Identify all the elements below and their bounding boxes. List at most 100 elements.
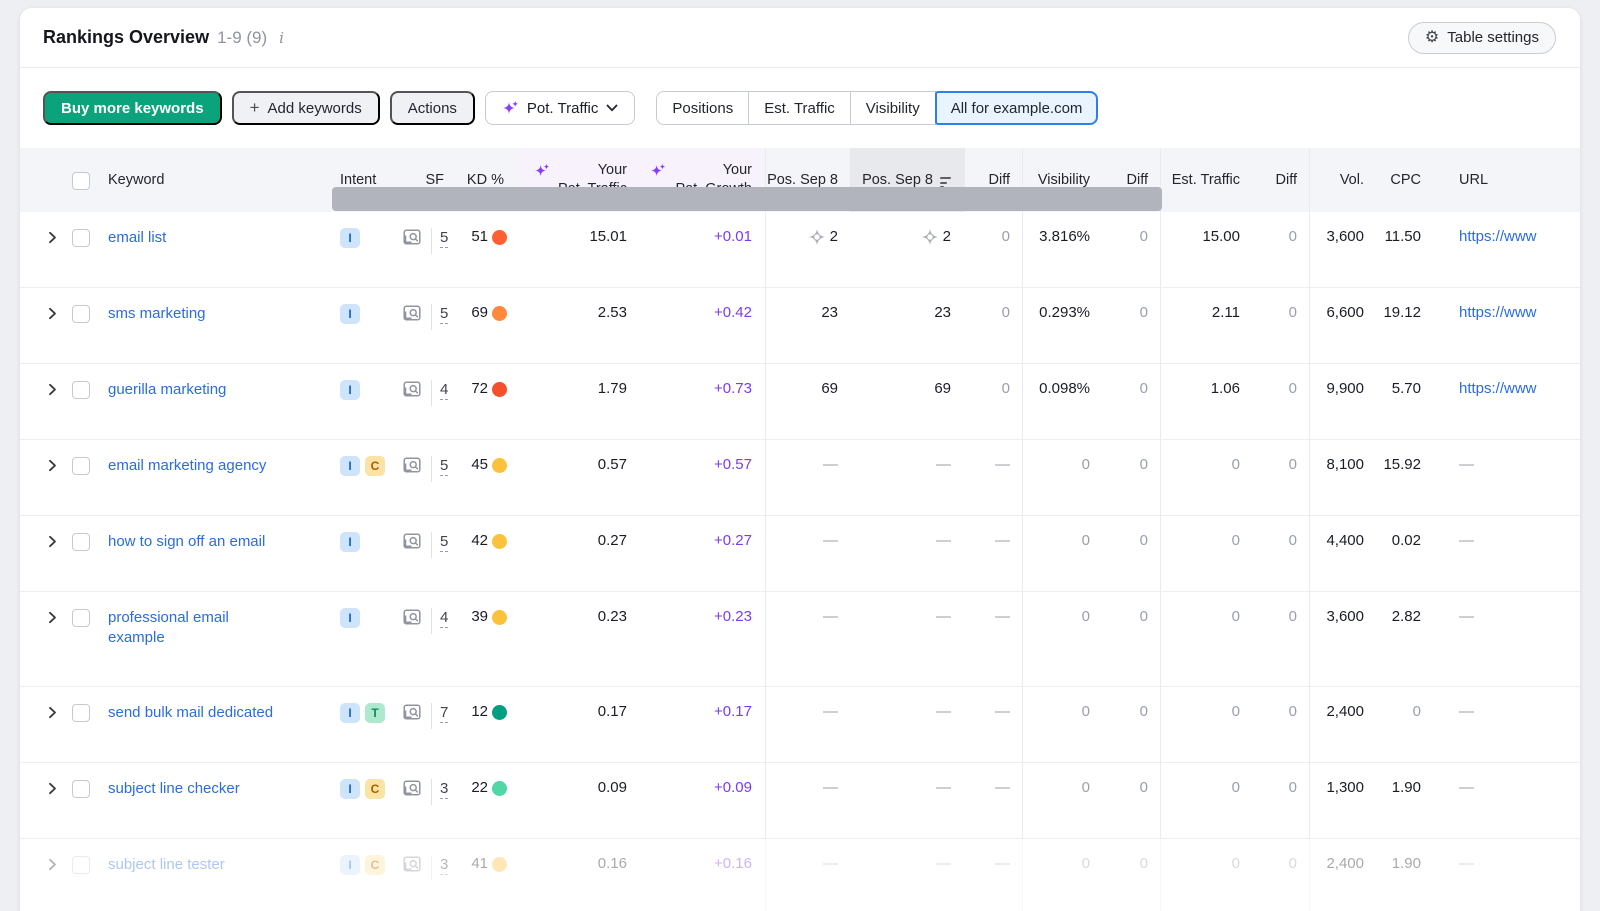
keyword-link[interactable]: subject line checker xyxy=(108,779,240,799)
keyword-link[interactable]: sms marketing xyxy=(108,304,206,324)
segment-positions[interactable]: Positions xyxy=(656,91,749,125)
chevron-right-icon xyxy=(48,611,57,624)
volume-value: 9,900 xyxy=(1309,364,1376,439)
sf-link[interactable]: 3 xyxy=(440,779,448,799)
diff-c-value: 0 xyxy=(1252,687,1309,762)
diff-b-value: 0 xyxy=(1102,839,1160,911)
buy-more-keywords-button[interactable]: Buy more keywords xyxy=(43,91,222,125)
intent-badge-i: I xyxy=(340,703,360,723)
url-link[interactable]: — xyxy=(1459,779,1474,796)
expand-row-button[interactable] xyxy=(44,839,72,911)
sf-link[interactable]: 3 xyxy=(440,855,448,875)
sf-link[interactable]: 7 xyxy=(440,703,448,723)
url-link[interactable]: — xyxy=(1459,608,1474,625)
table-row: subject line tester IC 3 41 0.16 +0.16 —… xyxy=(20,839,1580,911)
segment-all-for-domain[interactable]: All for example.com xyxy=(935,91,1099,125)
serp-features-icon[interactable] xyxy=(403,609,422,626)
row-checkbox[interactable] xyxy=(72,704,90,722)
diff-c-value: 0 xyxy=(1252,364,1309,439)
info-icon[interactable]: i xyxy=(279,29,284,47)
row-checkbox[interactable] xyxy=(72,609,90,627)
expand-row-button[interactable] xyxy=(44,364,72,439)
pos-b-value: 2 xyxy=(943,228,951,245)
expand-row-button[interactable] xyxy=(44,440,72,515)
kd-value: 69 xyxy=(471,304,488,321)
expand-row-button[interactable] xyxy=(44,288,72,363)
segment-est-traffic[interactable]: Est. Traffic xyxy=(748,91,851,125)
keyword-link[interactable]: subject line tester xyxy=(108,855,225,875)
row-checkbox[interactable] xyxy=(72,457,90,475)
pot-traffic-value: 1.79 xyxy=(520,364,642,439)
serp-features-icon[interactable] xyxy=(403,533,422,550)
url-link[interactable]: — xyxy=(1459,456,1474,473)
serp-features-icon[interactable] xyxy=(403,381,422,398)
serp-features-icon[interactable] xyxy=(403,856,422,873)
serp-features-icon[interactable] xyxy=(403,457,422,474)
col-header-volume[interactable]: Vol. xyxy=(1309,148,1376,212)
serp-features-icon[interactable] xyxy=(403,704,422,721)
diff-b-value: 0 xyxy=(1102,212,1160,287)
expand-row-button[interactable] xyxy=(44,592,72,686)
col-header-est-traffic[interactable]: Est. Traffic xyxy=(1160,148,1252,212)
actions-button[interactable]: Actions xyxy=(390,91,475,125)
serp-features-icon[interactable] xyxy=(403,229,422,246)
col-header-cpc[interactable]: CPC xyxy=(1376,148,1433,212)
url-link[interactable]: https://www xyxy=(1459,228,1537,245)
segment-visibility[interactable]: Visibility xyxy=(850,91,936,125)
intent-badges: IC xyxy=(338,839,400,911)
sf-link[interactable]: 5 xyxy=(440,456,448,476)
kd-value: 39 xyxy=(471,608,488,625)
pos-a-value: — xyxy=(823,608,838,625)
expand-row-button[interactable] xyxy=(44,687,72,762)
row-checkbox[interactable] xyxy=(72,229,90,247)
diff-b-value: 0 xyxy=(1102,288,1160,363)
keyword-link[interactable]: email marketing agency xyxy=(108,456,266,476)
intent-badges: I xyxy=(338,592,400,686)
chevron-right-icon xyxy=(48,706,57,719)
url-link[interactable]: https://www xyxy=(1459,304,1537,321)
url-link[interactable]: — xyxy=(1459,855,1474,872)
sf-link[interactable]: 4 xyxy=(440,380,448,400)
keyword-link[interactable]: how to sign off an email xyxy=(108,532,265,552)
pot-traffic-value: 0.27 xyxy=(520,516,642,591)
serp-features-icon[interactable] xyxy=(403,305,422,322)
expand-row-button[interactable] xyxy=(44,763,72,838)
divider xyxy=(431,532,432,558)
cpc-value: 11.50 xyxy=(1376,212,1433,287)
row-checkbox[interactable] xyxy=(72,305,90,323)
pos-a-value: — xyxy=(823,779,838,796)
keyword-link[interactable]: guerilla marketing xyxy=(108,380,226,400)
select-all-checkbox[interactable] xyxy=(72,172,90,190)
intent-badges: I xyxy=(338,364,400,439)
keyword-link[interactable]: send bulk mail dedicated xyxy=(108,703,273,723)
col-header-url: URL xyxy=(1433,148,1580,212)
sf-link[interactable]: 5 xyxy=(440,532,448,552)
expand-row-button[interactable] xyxy=(44,516,72,591)
row-checkbox[interactable] xyxy=(72,381,90,399)
table-settings-button[interactable]: ⚙ Table settings xyxy=(1408,22,1556,54)
serp-features-icon[interactable] xyxy=(403,780,422,797)
cpc-value: 15.92 xyxy=(1376,440,1433,515)
sf-link[interactable]: 4 xyxy=(440,608,448,628)
row-checkbox[interactable] xyxy=(72,780,90,798)
keyword-link[interactable]: professional email example xyxy=(108,608,229,648)
url-link[interactable]: — xyxy=(1459,532,1474,549)
view-segmented-control: Positions Est. Traffic Visibility All fo… xyxy=(656,91,1098,125)
add-keywords-button[interactable]: + Add keywords xyxy=(232,91,380,125)
pot-growth-value: +0.17 xyxy=(642,687,765,762)
col-header-diff-c[interactable]: Diff xyxy=(1252,148,1309,212)
sf-link[interactable]: 5 xyxy=(440,304,448,324)
expand-row-button[interactable] xyxy=(44,212,72,287)
row-checkbox[interactable] xyxy=(72,533,90,551)
intent-badge-t: T xyxy=(365,703,385,723)
diff-b-value: 0 xyxy=(1102,592,1160,686)
chevron-right-icon xyxy=(48,858,57,871)
url-link[interactable]: — xyxy=(1459,703,1474,720)
metric-dropdown[interactable]: Pot. Traffic xyxy=(485,91,635,125)
horizontal-scrollbar[interactable] xyxy=(332,187,1162,211)
url-link[interactable]: https://www xyxy=(1459,380,1537,397)
sf-link[interactable]: 5 xyxy=(440,228,448,248)
row-checkbox[interactable] xyxy=(72,856,90,874)
est-traffic-value: 0 xyxy=(1160,440,1252,515)
keyword-link[interactable]: email list xyxy=(108,228,166,248)
